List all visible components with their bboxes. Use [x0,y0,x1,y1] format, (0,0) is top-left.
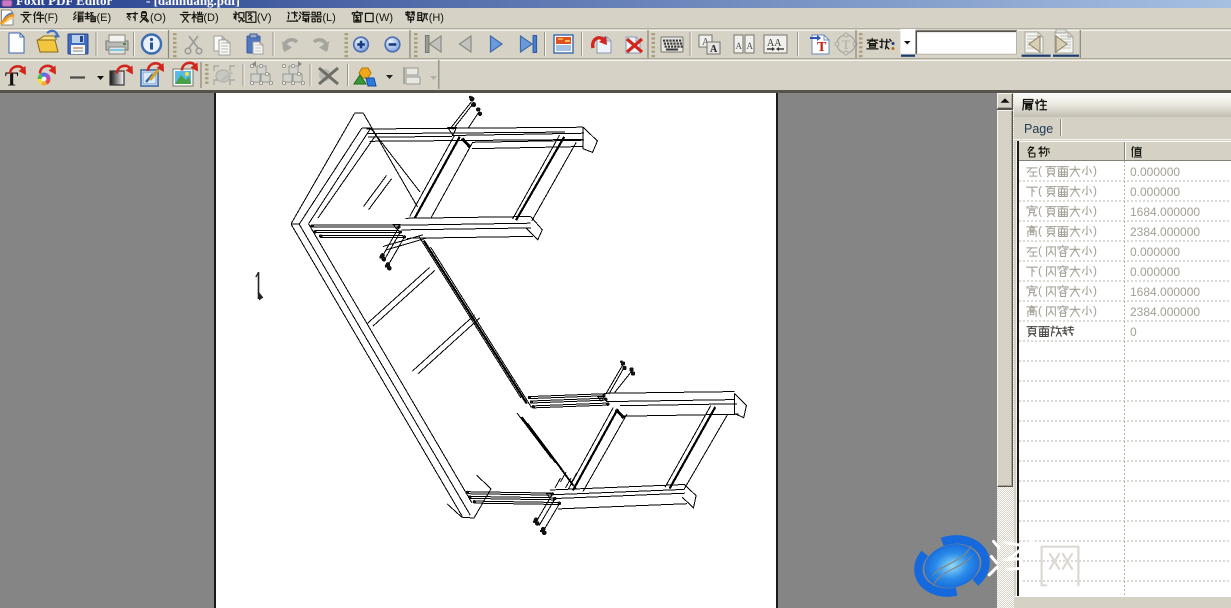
svg-text:0.000000: 0.000000 [1130,265,1180,279]
svg-text:): ) [1093,164,1097,178]
svg-text:T: T [817,40,827,55]
svg-text:(F): (F) [44,12,58,24]
svg-text:0.000000: 0.000000 [1130,245,1180,259]
svg-text:(: ( [1038,244,1042,258]
svg-text:1684.000000: 1684.000000 [1130,205,1200,219]
svg-text:(W): (W) [375,12,393,24]
svg-text:T: T [842,37,850,52]
svg-text:2384.000000: 2384.000000 [1130,225,1200,239]
svg-text:1684.000000: 1684.000000 [1130,285,1200,299]
svg-text:AA: AA [767,38,782,49]
svg-text:(L): (L) [322,12,335,24]
svg-text:A: A [736,41,743,51]
svg-text:A: A [710,44,718,55]
svg-text:): ) [1093,244,1097,258]
svg-text:): ) [1093,184,1097,198]
svg-text:0.000000: 0.000000 [1130,165,1180,179]
svg-text:(: ( [1038,184,1042,198]
svg-text:(V): (V) [257,12,272,24]
svg-text:): ) [1093,204,1097,218]
svg-text:(: ( [1038,264,1042,278]
svg-text:): ) [1093,284,1097,298]
svg-text:): ) [1093,304,1097,318]
svg-text:A: A [747,41,754,51]
svg-text:(D): (D) [203,12,218,24]
svg-text:(: ( [1038,204,1042,218]
svg-text:0.000000: 0.000000 [1130,185,1180,199]
svg-text:0: 0 [1130,325,1137,339]
svg-text:Foxit PDF Editor: Foxit PDF Editor [16,0,113,8]
svg-text:(E): (E) [97,12,112,24]
svg-text:(: ( [1038,304,1042,318]
svg-text:T: T [5,69,19,91]
svg-text:(O): (O) [150,12,166,24]
svg-text:(H): (H) [429,12,444,24]
svg-text:Page: Page [1024,122,1053,136]
svg-text:(: ( [1038,164,1042,178]
svg-text:): ) [1093,224,1097,238]
svg-text:2384.000000: 2384.000000 [1130,305,1200,319]
svg-text:(: ( [1038,224,1042,238]
svg-text:- [danhuang.pdf]: - [danhuang.pdf] [146,0,240,8]
svg-text:): ) [1093,264,1097,278]
svg-text:(: ( [1038,284,1042,298]
